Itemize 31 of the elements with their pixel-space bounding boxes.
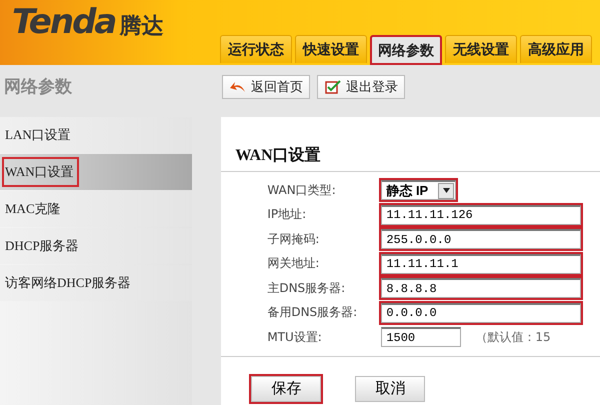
brand-name: 腾达 xyxy=(119,12,164,40)
field-label: MTU设置: xyxy=(266,328,323,346)
form-title: WAN口设置 xyxy=(235,146,322,166)
nav-tab[interactable]: 网络参数 xyxy=(370,35,442,65)
field-label: IP地址: xyxy=(266,206,308,224)
checkbox-icon xyxy=(324,80,342,94)
field-label: 网关地址: xyxy=(266,255,320,272)
nav-tab[interactable]: 快速设置 xyxy=(295,35,367,63)
input-field[interactable]: 11.11.11.1 xyxy=(381,254,582,274)
nav-tab[interactable]: 运行状态 xyxy=(220,35,292,63)
curved-arrow-icon xyxy=(229,80,247,94)
hint-text: （默认值：15 xyxy=(475,328,551,346)
nav-tab[interactable]: 无线设置 xyxy=(445,35,517,63)
cancel-button[interactable]: 取消 xyxy=(355,376,426,402)
brand-logo: Tenda xyxy=(12,2,116,42)
field-label: WAN口类型: xyxy=(266,182,337,199)
field-label: 子网掩码: xyxy=(266,230,320,248)
logout-button[interactable]: 退出登录 xyxy=(317,74,405,98)
input-field[interactable]: 11.11.11.126 xyxy=(381,204,582,225)
save-button[interactable]: 保存 xyxy=(251,376,322,402)
sidebar-item[interactable]: WAN口设置 xyxy=(0,154,192,190)
type-dropdown[interactable]: 静态 IP xyxy=(381,180,456,200)
field-label: 主DNS服务器: xyxy=(266,280,346,297)
nav-tab[interactable]: 高级应用 xyxy=(520,35,592,63)
input-field[interactable]: 0.0.0.0 xyxy=(381,302,582,323)
home-button[interactable]: 返回首页 xyxy=(222,74,310,98)
input-field[interactable]: 8.8.8.8 xyxy=(381,278,582,298)
input-field[interactable]: 1500 xyxy=(381,327,462,348)
input-field[interactable]: 255.0.0.0 xyxy=(381,229,582,250)
field-label: 备用DNS服务器: xyxy=(266,304,358,322)
section-title: 网络参数 xyxy=(3,76,73,98)
